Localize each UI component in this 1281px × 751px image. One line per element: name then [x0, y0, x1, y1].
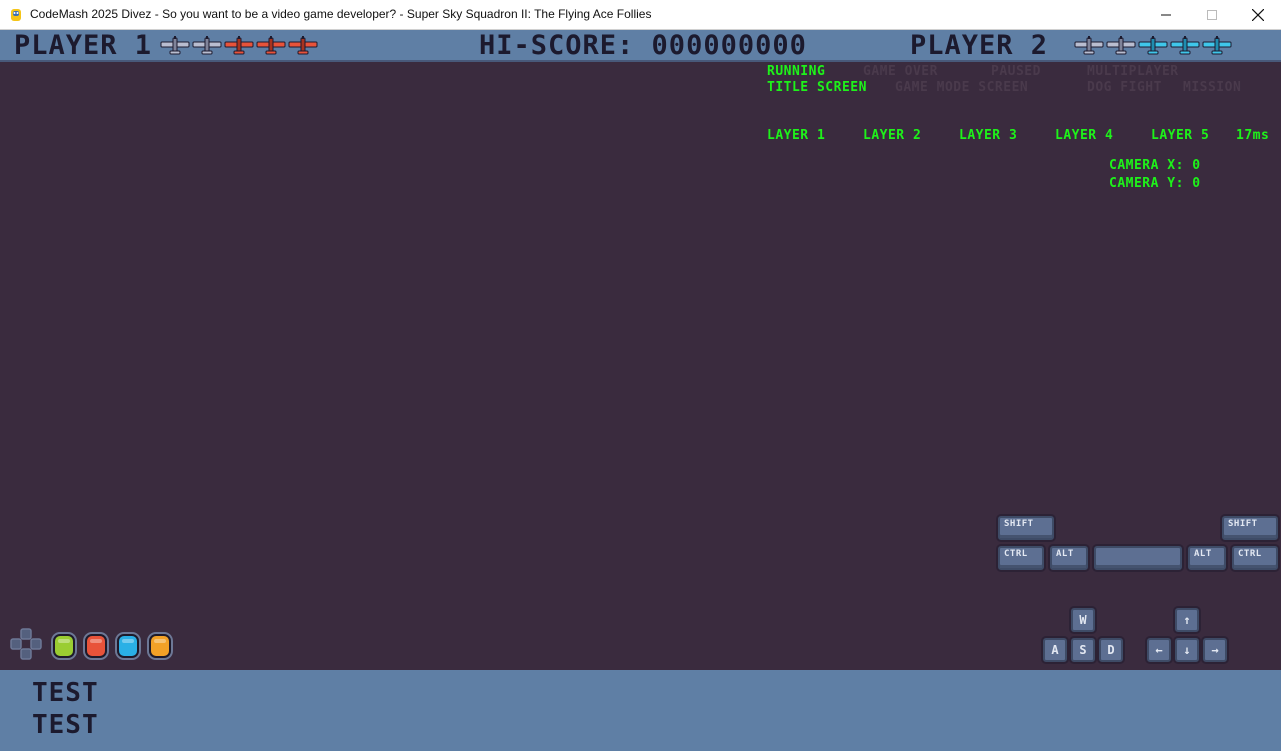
player1-life-plane-icon	[256, 36, 286, 56]
key-arrow-up: ↑	[1175, 608, 1199, 632]
minimize-icon	[1161, 14, 1171, 16]
window-title-bar: CodeMash 2025 Divez - So you want to be …	[0, 0, 1281, 30]
dpad-icon	[10, 628, 42, 660]
gamepad-button-icon	[149, 634, 171, 658]
close-button[interactable]	[1235, 0, 1281, 30]
close-icon	[1252, 9, 1264, 21]
pygame-snake-icon	[11, 9, 21, 21]
state-dog-fight: DOG FIGHT	[1087, 80, 1162, 95]
window-title: CodeMash 2025 Divez - So you want to be …	[30, 7, 652, 21]
player1-label: PLAYER 1	[14, 30, 153, 61]
maximize-icon	[1207, 10, 1217, 20]
key-a: A	[1043, 638, 1067, 662]
player2-life-plane-icon	[1106, 36, 1136, 56]
hud-bar: PLAYER 1 HI-SCORE: 000000000 PLAYER 2	[0, 30, 1281, 62]
key-label: ALT	[1194, 549, 1212, 559]
state-paused: PAUSED	[991, 64, 1041, 79]
layer-1-toggle: LAYER 1	[767, 128, 826, 143]
hiscore-label: HI-SCORE: 000000000	[479, 30, 807, 61]
maximize-button[interactable]	[1189, 0, 1235, 30]
player2-label: PLAYER 2	[910, 30, 1049, 61]
key-alt-left: ALT	[1050, 546, 1088, 570]
player1-life-plane-icon	[224, 36, 254, 56]
state-game-mode-screen: GAME MODE SCREEN	[895, 80, 1029, 95]
key-arrow-right: →	[1203, 638, 1227, 662]
player1-life-plane-icon	[160, 36, 190, 56]
camera-y: CAMERA Y: 0	[1109, 176, 1201, 191]
player2-life-plane-icon	[1202, 36, 1232, 56]
key-ctrl-left: CTRL	[998, 546, 1044, 570]
gamepad-button-icon	[117, 634, 139, 658]
state-running: RUNNING	[767, 64, 826, 79]
gamepad-button-icon	[53, 634, 75, 658]
key-d: D	[1099, 638, 1123, 662]
gamepad-button-icon	[85, 634, 107, 658]
bottom-panel: TEST TEST	[0, 670, 1281, 751]
state-title-screen: TITLE SCREEN	[767, 80, 867, 95]
key-ctrl-right: CTRL	[1232, 546, 1278, 570]
key-alt-right: ALT	[1188, 546, 1226, 570]
layer-3-toggle: LAYER 3	[959, 128, 1018, 143]
key-label: SHIFT	[1228, 519, 1258, 529]
layer-5-toggle: LAYER 5	[1151, 128, 1210, 143]
key-label: CTRL	[1004, 549, 1028, 559]
test-line-1: TEST	[32, 678, 99, 708]
player1-life-plane-icon	[288, 36, 318, 56]
minimize-button[interactable]	[1143, 0, 1189, 30]
button-shine	[58, 639, 70, 643]
test-line-2: TEST	[32, 710, 99, 740]
key-label: ALT	[1056, 549, 1074, 559]
camera-x: CAMERA X: 0	[1109, 158, 1201, 173]
key-label: CTRL	[1238, 549, 1262, 559]
player2-life-plane-icon	[1138, 36, 1168, 56]
player1-life-plane-icon	[192, 36, 222, 56]
layer-4-toggle: LAYER 4	[1055, 128, 1114, 143]
player2-life-plane-icon	[1074, 36, 1104, 56]
state-game-over: GAME OVER	[863, 64, 938, 79]
layer-2-toggle: LAYER 2	[863, 128, 922, 143]
key-space	[1094, 546, 1182, 570]
button-shine	[154, 639, 166, 643]
state-mission: MISSION	[1183, 80, 1242, 95]
frame-time: 17ms	[1236, 128, 1270, 143]
key-arrow-down: ↓	[1175, 638, 1199, 662]
key-w: W	[1071, 608, 1095, 632]
player2-life-plane-icon	[1170, 36, 1200, 56]
key-arrow-left: ←	[1147, 638, 1171, 662]
key-shift-left: SHIFT	[998, 516, 1054, 540]
button-shine	[90, 639, 102, 643]
key-shift-right: SHIFT	[1222, 516, 1278, 540]
key-s: S	[1071, 638, 1095, 662]
button-shine	[122, 639, 134, 643]
key-label: SHIFT	[1004, 519, 1034, 529]
state-multiplayer: MULTIPLAYER	[1087, 64, 1179, 79]
